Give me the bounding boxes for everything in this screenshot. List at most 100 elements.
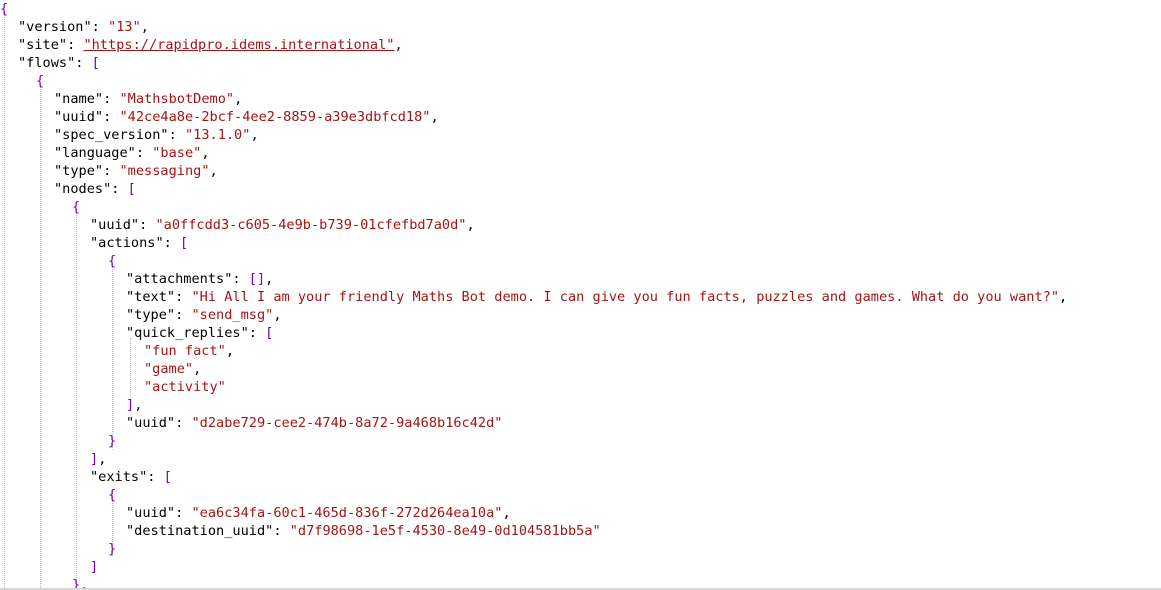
code-line: "nodes": [ bbox=[54, 180, 136, 198]
code-line: "spec_version": "13.1.0", bbox=[54, 126, 259, 144]
code-line: "destination_uuid": "d7f98698-1e5f-4530-… bbox=[126, 522, 601, 540]
json-token: , bbox=[430, 109, 439, 125]
json-token: , bbox=[466, 217, 475, 233]
json-token: : bbox=[75, 55, 92, 71]
code-line: "uuid": "a0ffcdd3-c605-4e9b-b739-01cfefb… bbox=[90, 216, 475, 234]
json-punctuation: { bbox=[36, 73, 45, 89]
indent-guide bbox=[4, 14, 5, 590]
indent-guide bbox=[112, 266, 113, 450]
code-line: "uuid": "ea6c34fa-60c1-465d-836f-272d264… bbox=[126, 504, 511, 522]
json-value: "Hi All I am your friendly Maths Bot dem… bbox=[191, 289, 1060, 305]
json-punctuation: [ bbox=[265, 325, 274, 341]
code-line: "quick_replies": [ bbox=[126, 324, 273, 342]
json-token: "nodes" bbox=[54, 181, 112, 197]
json-value: "d7f98698-1e5f-4530-8e49-0d104581bb5a" bbox=[289, 523, 601, 539]
json-token: , bbox=[502, 505, 511, 521]
json-value: "d2abe729-cee2-474b-8a72-9a468b16c42d" bbox=[191, 415, 503, 431]
json-token: "destination_uuid" bbox=[126, 523, 274, 539]
json-token: : bbox=[175, 415, 192, 431]
json-value: "13.1.0" bbox=[184, 127, 251, 143]
json-token: , bbox=[140, 19, 149, 35]
json-punctuation: } bbox=[108, 541, 117, 557]
json-token: : bbox=[175, 289, 192, 305]
json-token: , bbox=[193, 361, 202, 377]
json-token: : bbox=[248, 325, 266, 341]
json-punctuation: [ bbox=[180, 235, 189, 251]
json-value: "base" bbox=[152, 145, 202, 161]
code-line: "flows": [ bbox=[18, 54, 100, 72]
json-punctuation: { bbox=[0, 1, 9, 17]
json-token: , bbox=[234, 91, 243, 107]
json-token: "uuid" bbox=[126, 505, 176, 521]
json-value: "fun fact" bbox=[144, 343, 226, 359]
code-line: "uuid": "42ce4a8e-2bcf-4ee2-8859-a39e3db… bbox=[54, 108, 439, 126]
json-value: "messaging" bbox=[119, 163, 210, 179]
code-line: "type": "messaging", bbox=[54, 162, 218, 180]
json-token: "spec_version" bbox=[54, 127, 169, 143]
indent-guide bbox=[130, 338, 131, 396]
json-token: : bbox=[175, 505, 192, 521]
json-punctuation: } bbox=[108, 433, 117, 449]
json-token: , bbox=[201, 145, 210, 161]
json-token: , bbox=[98, 451, 107, 467]
code-line: "fun fact", bbox=[144, 342, 234, 360]
json-punctuation: ] bbox=[90, 451, 99, 467]
json-token: "version" bbox=[18, 19, 92, 35]
json-token: "site" bbox=[18, 37, 68, 53]
code-line: "activity" bbox=[144, 378, 226, 396]
json-value: "send_msg" bbox=[191, 307, 274, 323]
json-token: "type" bbox=[54, 163, 104, 179]
json-token: "uuid" bbox=[54, 109, 104, 125]
code-line: "type": "send_msg", bbox=[126, 306, 282, 324]
json-token: : bbox=[175, 307, 192, 323]
code-line: } bbox=[108, 432, 116, 450]
json-punctuation: [ bbox=[91, 55, 100, 71]
code-line: "exits": [ bbox=[90, 468, 172, 486]
code-line: { bbox=[108, 486, 116, 504]
indent-guide bbox=[40, 86, 41, 590]
json-token: : bbox=[168, 127, 185, 143]
json-punctuation: { bbox=[108, 487, 117, 503]
json-token: "text" bbox=[126, 289, 176, 305]
json-token: , bbox=[1059, 289, 1068, 305]
json-value: "game" bbox=[144, 361, 194, 377]
code-line: { bbox=[36, 72, 44, 90]
code-line: "version": "13", bbox=[18, 18, 149, 36]
json-token: "actions" bbox=[90, 235, 164, 251]
json-token: : bbox=[232, 271, 249, 287]
code-line: ] bbox=[90, 558, 98, 576]
json-token: : bbox=[147, 469, 164, 485]
json-token: , bbox=[273, 307, 282, 323]
code-line: "game", bbox=[144, 360, 201, 378]
json-value: "13" bbox=[108, 19, 141, 35]
code-line: { bbox=[72, 198, 80, 216]
json-token: , bbox=[250, 127, 259, 143]
json-token: "language" bbox=[54, 145, 136, 161]
indent-guide bbox=[76, 212, 77, 590]
json-token: "uuid" bbox=[126, 415, 176, 431]
json-token: , bbox=[134, 397, 143, 413]
json-token: "type" bbox=[126, 307, 176, 323]
json-token: , bbox=[225, 343, 235, 359]
json-value: "activity" bbox=[144, 379, 226, 395]
code-line: "attachments": [], bbox=[126, 270, 273, 288]
code-line: } bbox=[108, 540, 116, 558]
json-viewer: {"version": "13", "site": "https://rapidp… bbox=[0, 0, 1161, 590]
json-token: "quick_replies" bbox=[126, 325, 249, 341]
json-value: "MathsbotDemo" bbox=[119, 91, 235, 107]
json-token: : bbox=[139, 217, 156, 233]
json-token: : bbox=[163, 235, 181, 251]
json-token: "name" bbox=[54, 91, 104, 107]
code-line: "uuid": "d2abe729-cee2-474b-8a72-9a468b1… bbox=[126, 414, 502, 432]
json-punctuation: ] bbox=[126, 397, 135, 413]
json-token: : bbox=[111, 181, 128, 197]
site-link[interactable]: "https://rapidpro.idems.international" bbox=[83, 37, 394, 53]
json-punctuation: { bbox=[108, 253, 117, 269]
code-line: "language": "base", bbox=[54, 144, 210, 162]
json-token: : bbox=[135, 145, 153, 161]
json-token: : bbox=[103, 109, 120, 125]
json-token: , bbox=[394, 37, 403, 53]
json-token: "uuid" bbox=[90, 217, 140, 233]
json-token: : bbox=[273, 523, 290, 539]
json-token: : bbox=[91, 19, 109, 35]
